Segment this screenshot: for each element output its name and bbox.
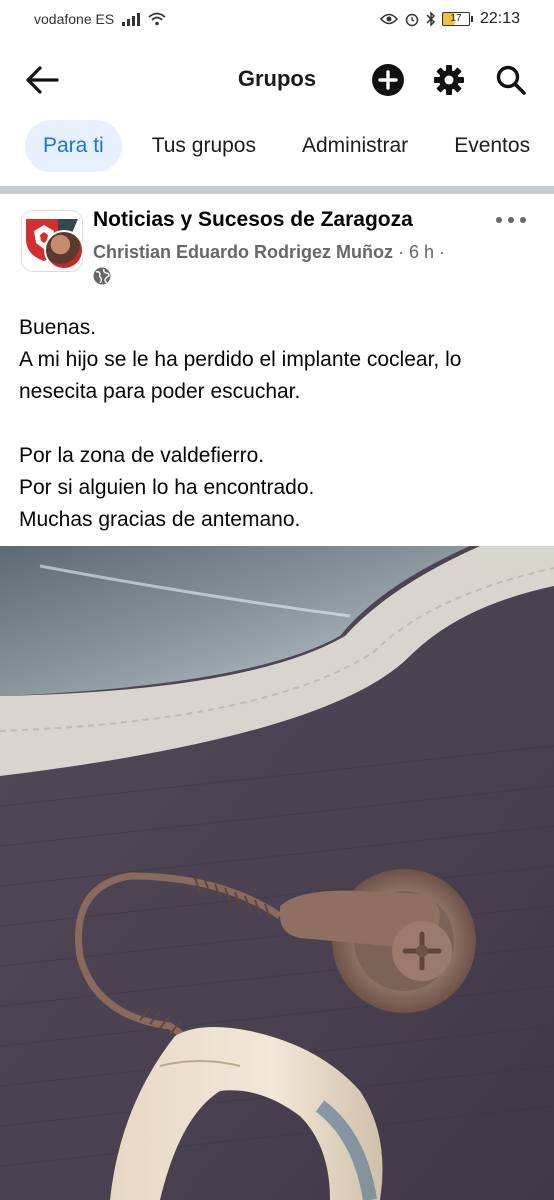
carrier-label: vodafone ES xyxy=(34,11,115,27)
post-text: Buenas. A mi hijo se le ha perdido el im… xyxy=(19,312,539,536)
tab-tus-grupos[interactable]: Tus grupos xyxy=(134,120,274,172)
gear-icon xyxy=(434,65,464,95)
tab-administrar[interactable]: Administrar xyxy=(284,120,426,172)
search-button[interactable] xyxy=(493,62,529,98)
group-name[interactable]: Noticias y Sucesos de Zaragoza xyxy=(93,208,413,232)
signal-icon xyxy=(122,12,141,26)
post-line: A mi hijo se le ha perdido el implante c… xyxy=(19,348,462,371)
eye-icon xyxy=(379,13,398,25)
status-left: vodafone ES xyxy=(34,11,166,27)
post-line: Buenas. xyxy=(19,316,97,339)
tab-eventos[interactable]: Eventos xyxy=(436,120,548,172)
battery-icon: 17 xyxy=(441,12,473,26)
author-avatar[interactable] xyxy=(44,230,84,270)
post-time: · 6 h · xyxy=(393,242,446,262)
back-button[interactable] xyxy=(22,62,62,98)
author-name[interactable]: Christian Eduardo Rodrigez Muñoz xyxy=(93,242,393,262)
post-header: Noticias y Sucesos de Zaragoza Christian… xyxy=(0,200,554,300)
group-tabs: Para ti Tus grupos Administrar Eventos xyxy=(0,118,554,174)
page-title: Grupos xyxy=(237,66,317,91)
app-header: Grupos xyxy=(0,50,554,110)
globe-icon xyxy=(93,267,111,285)
post-photo[interactable] xyxy=(0,546,554,1200)
wifi-icon xyxy=(148,12,166,26)
cochlear-implant-photo xyxy=(0,546,554,1200)
post-line: Por la zona de valdefierro. xyxy=(19,444,265,467)
settings-button[interactable] xyxy=(431,62,467,98)
post-meta: Christian Eduardo Rodrigez Muñoz · 6 h · xyxy=(93,242,445,263)
post-line: nesecita para poder escuchar. xyxy=(19,380,301,403)
section-divider xyxy=(0,186,554,194)
create-button[interactable] xyxy=(370,62,406,98)
post-options-button[interactable] xyxy=(496,210,526,230)
plus-circle-icon xyxy=(372,64,404,96)
tab-para-ti[interactable]: Para ti xyxy=(25,120,122,172)
status-bar: vodafone ES 17 22:13 xyxy=(0,0,554,38)
bluetooth-icon xyxy=(426,11,436,27)
clock: 22:13 xyxy=(479,10,520,27)
alarm-icon xyxy=(405,13,419,27)
dot-icon xyxy=(508,217,514,223)
search-icon xyxy=(496,65,526,95)
arrow-left-icon xyxy=(26,66,59,94)
dot-icon xyxy=(496,217,502,223)
dot-icon xyxy=(520,217,526,223)
post-line: Por si alguien lo ha encontrado. xyxy=(19,476,315,499)
post-line: Muchas gracias de antemano. xyxy=(19,508,301,531)
status-right: 17 22:13 xyxy=(379,10,520,28)
